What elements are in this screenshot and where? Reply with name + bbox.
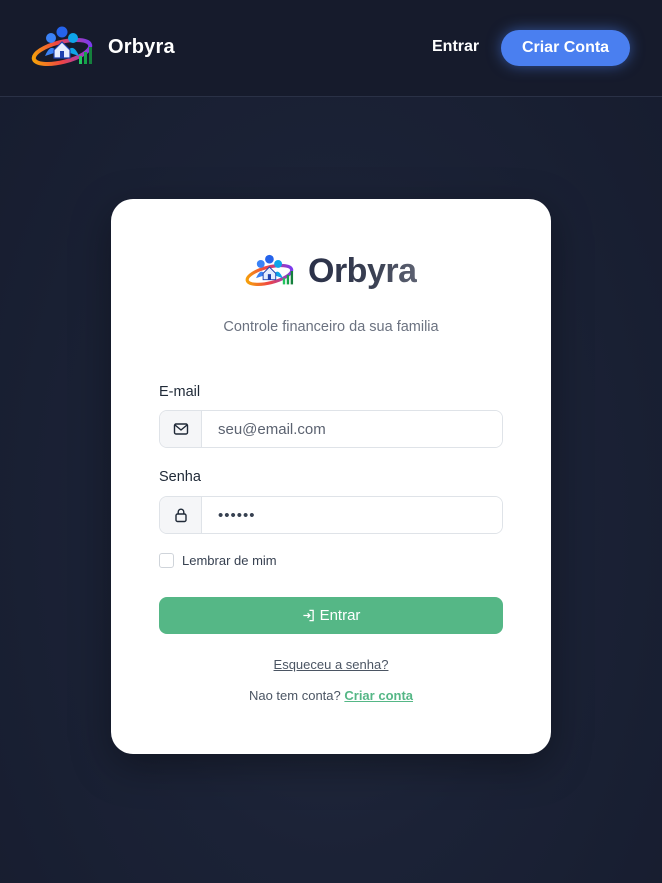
mail-icon xyxy=(173,423,188,435)
forgot-password-row: Esqueceu a senha? xyxy=(111,656,551,674)
create-account-link[interactable]: Criar conta xyxy=(344,688,413,703)
email-input[interactable] xyxy=(202,411,502,447)
remember-checkbox[interactable] xyxy=(159,553,174,568)
password-label: Senha xyxy=(159,469,201,485)
card-brand-name: Orbyra xyxy=(308,251,417,290)
login-submit-label: Entrar xyxy=(319,607,361,624)
email-input-group xyxy=(159,410,503,448)
password-addon xyxy=(160,497,202,533)
email-addon xyxy=(160,411,202,447)
card-brand: Orbyra xyxy=(245,251,417,291)
top-navbar: Orbyra Entrar Criar Conta xyxy=(0,0,662,97)
brand[interactable]: Orbyra xyxy=(31,22,175,72)
nav-signup-button[interactable]: Criar Conta xyxy=(501,30,630,66)
no-account-text: Nao tem conta? xyxy=(248,688,341,703)
forgot-password-link[interactable]: Esqueceu a senha? xyxy=(274,657,389,672)
lock-icon xyxy=(174,508,187,523)
card-subtitle: Controle financeiro da sua familia xyxy=(223,319,439,335)
remember-label: Lembrar de mim xyxy=(182,553,277,568)
password-input-group xyxy=(159,496,503,534)
orbyra-logo-icon xyxy=(31,26,93,66)
login-icon xyxy=(302,609,314,622)
login-submit-button[interactable]: Entrar xyxy=(159,597,503,634)
password-input[interactable] xyxy=(202,497,502,533)
brand-name: Orbyra xyxy=(108,35,175,58)
login-card: Orbyra Controle financeiro da sua famili… xyxy=(111,199,551,754)
signup-prompt: Nao tem conta? Criar conta xyxy=(111,688,551,703)
orbyra-logo-icon xyxy=(245,254,294,286)
remember-me[interactable]: Lembrar de mim xyxy=(159,553,277,568)
email-label: E-mail xyxy=(159,384,201,400)
nav-login-link[interactable]: Entrar xyxy=(432,38,479,56)
